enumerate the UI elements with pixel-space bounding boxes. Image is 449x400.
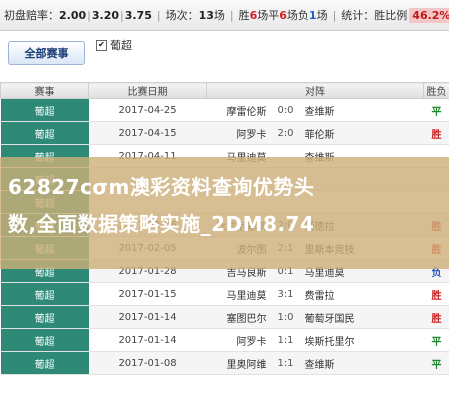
losses-value: 1 bbox=[308, 8, 317, 22]
league-cell[interactable]: 葡超 bbox=[0, 305, 89, 329]
score-cell: 1:1 bbox=[272, 328, 299, 352]
score-cell: 3:1 bbox=[272, 282, 299, 306]
promo-overlay-banner: 62827cσm澳彩资料查询优势头 数,全面数据策略实施_2DM8.74 bbox=[0, 157, 449, 269]
result-cell: 胜 bbox=[423, 305, 449, 329]
table-row[interactable]: 葡超 2017-01-08 里奥阿维 1:1 查维斯平 bbox=[0, 351, 449, 375]
result-cell: 胜 bbox=[423, 121, 449, 145]
table-row[interactable]: 葡超 2017-04-25 摩雷伦斯 0:0 查维斯平 bbox=[0, 98, 449, 122]
date-cell: 2017-01-15 bbox=[88, 282, 207, 306]
overlay-line-1: 62827cσm澳彩资料查询优势头 bbox=[8, 175, 315, 199]
initial-odds: 初盘赔率： 2.00 | 3.20 | 3.75 bbox=[4, 8, 152, 23]
score-cell: 1:1 bbox=[272, 351, 299, 375]
score-cell: 1:0 bbox=[272, 305, 299, 329]
home-team-cell[interactable]: 阿罗卡 bbox=[206, 328, 273, 352]
result-cell: 平 bbox=[423, 351, 449, 375]
away-team-cell[interactable]: 埃斯托里尔 bbox=[298, 328, 424, 352]
result-cell: 平 bbox=[423, 98, 449, 122]
away-team-cell[interactable]: 菲伦斯 bbox=[298, 121, 424, 145]
draws-value: 6 bbox=[279, 8, 287, 22]
odd-home: 2.00 bbox=[59, 8, 87, 22]
league-filter-checkbox[interactable]: ✔ 葡超 bbox=[96, 37, 132, 53]
result-cell: 平 bbox=[423, 328, 449, 352]
odd-away: 3.75 bbox=[124, 8, 152, 22]
table-row[interactable]: 葡超 2017-01-14 塞图巴尔 1:0 葡萄牙国民胜 bbox=[0, 305, 449, 329]
header-date[interactable]: 比赛日期 bbox=[88, 82, 207, 99]
match-count-value: 13 bbox=[198, 8, 214, 22]
wins-value: 6 bbox=[249, 8, 258, 22]
date-cell: 2017-01-14 bbox=[88, 328, 207, 352]
match-count: 场次： 13 场 bbox=[165, 8, 225, 23]
league-cell[interactable]: 葡超 bbox=[0, 351, 89, 375]
overlay-line-2: 数,全面数据策略实施_2DM8.74 bbox=[8, 212, 315, 236]
league-cell[interactable]: 葡超 bbox=[0, 282, 89, 306]
header-match[interactable]: 对阵 bbox=[206, 82, 424, 99]
home-team-cell[interactable]: 里奥阿维 bbox=[206, 351, 273, 375]
home-team-cell[interactable]: 塞图巴尔 bbox=[206, 305, 273, 329]
checkbox-checked-icon[interactable]: ✔ bbox=[96, 39, 107, 51]
away-team-cell[interactable]: 费雷拉 bbox=[298, 282, 424, 306]
odds-summary-bar: 初盘赔率： 2.00 | 3.20 | 3.75 | 场次： 13 场 | 胜 … bbox=[0, 0, 449, 31]
table-header-row: 赛事 比赛日期 对阵 胜负 bbox=[0, 82, 449, 99]
odd-draw: 3.20 bbox=[91, 8, 119, 22]
score-cell: 2:0 bbox=[272, 121, 299, 145]
league-cell[interactable]: 葡超 bbox=[0, 121, 89, 145]
win-ratio-value: 46.2% bbox=[409, 7, 449, 23]
table-row[interactable]: 葡超 2017-01-15 马里迪莫 3:1 费雷拉胜 bbox=[0, 282, 449, 306]
league-cell[interactable]: 葡超 bbox=[0, 98, 89, 122]
date-cell: 2017-04-15 bbox=[88, 121, 207, 145]
win-draw-loss-count: 胜 6 场 平 6 场 负 1 场 bbox=[238, 8, 328, 23]
all-leagues-button[interactable]: 全部赛事 bbox=[8, 41, 85, 65]
header-result[interactable]: 胜负 bbox=[423, 82, 449, 99]
league-filter-label: 葡超 bbox=[110, 39, 132, 52]
away-team-cell[interactable]: 葡萄牙国民 bbox=[298, 305, 424, 329]
date-cell: 2017-04-25 bbox=[88, 98, 207, 122]
filter-bar: 全部赛事 ✔ 葡超 bbox=[0, 31, 449, 79]
away-team-cell[interactable]: 查维斯 bbox=[298, 98, 424, 122]
home-team-cell[interactable]: 摩雷伦斯 bbox=[206, 98, 273, 122]
table-row[interactable]: 葡超 2017-01-14 阿罗卡 1:1 埃斯托里尔平 bbox=[0, 328, 449, 352]
league-cell[interactable]: 葡超 bbox=[0, 328, 89, 352]
home-team-cell[interactable]: 马里迪莫 bbox=[206, 282, 273, 306]
table-row[interactable]: 葡超 2017-04-15 阿罗卡 2:0 菲伦斯胜 bbox=[0, 121, 449, 145]
away-team-cell[interactable]: 查维斯 bbox=[298, 351, 424, 375]
date-cell: 2017-01-08 bbox=[88, 351, 207, 375]
win-ratio: 统计：胜比例 46.2% bbox=[337, 7, 449, 23]
header-league[interactable]: 赛事 bbox=[0, 82, 89, 99]
score-cell: 0:0 bbox=[272, 98, 299, 122]
date-cell: 2017-01-14 bbox=[88, 305, 207, 329]
odds-label: 初盘赔率： bbox=[4, 9, 59, 22]
home-team-cell[interactable]: 阿罗卡 bbox=[206, 121, 273, 145]
result-cell: 胜 bbox=[423, 282, 449, 306]
